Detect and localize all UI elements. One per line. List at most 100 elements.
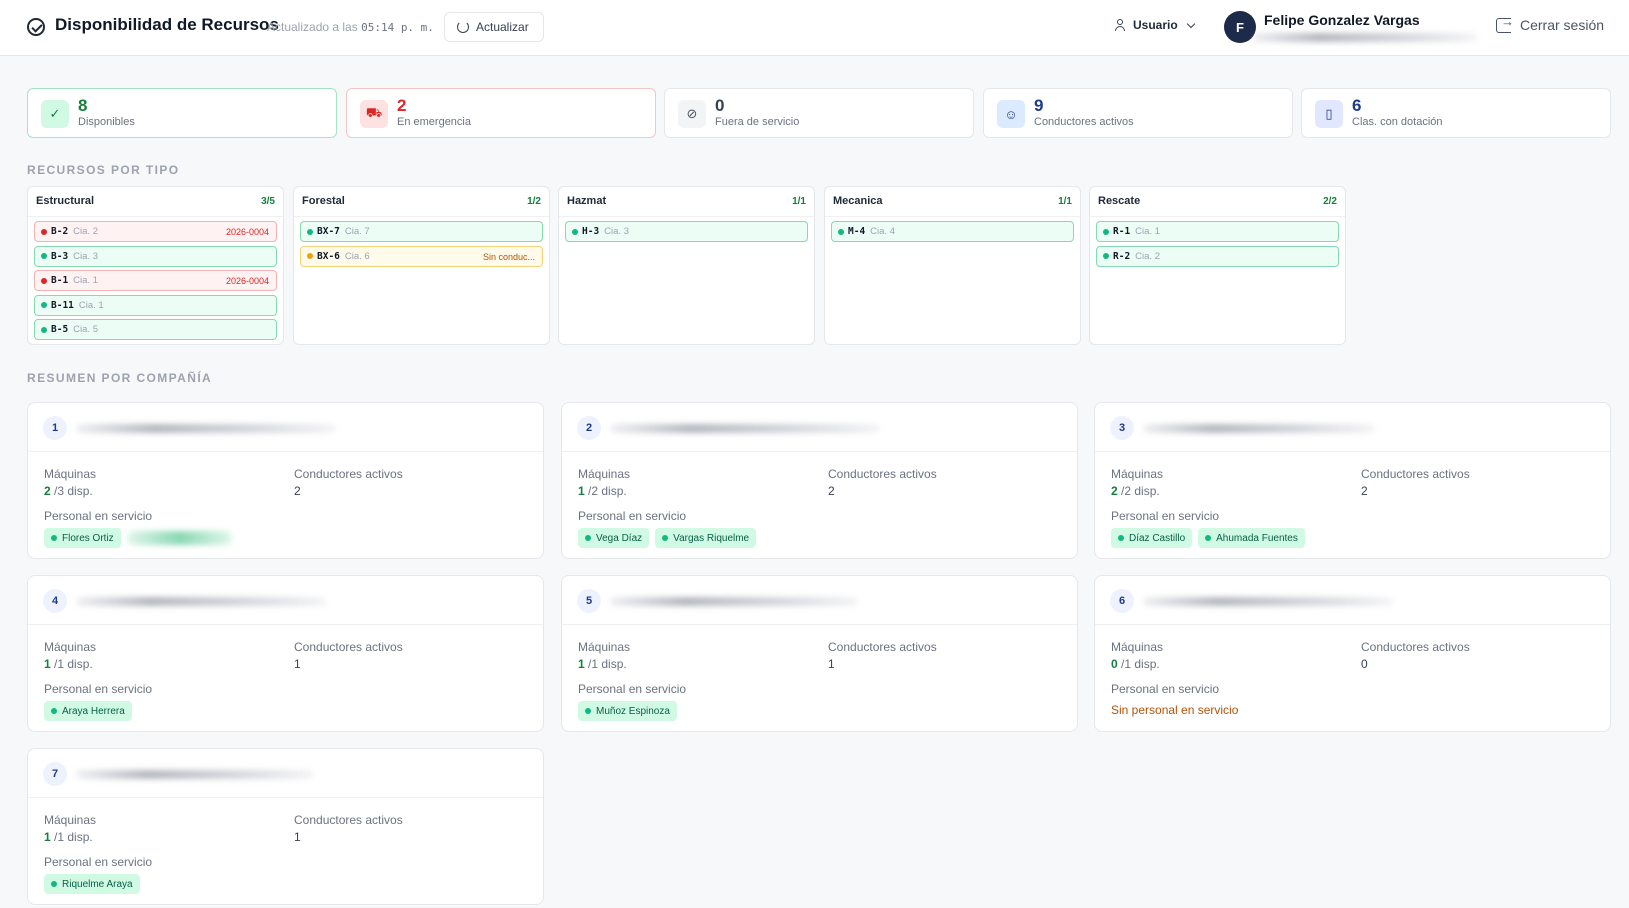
type-count: 3/5	[261, 196, 275, 207]
resource-chip[interactable]: M-4 Cia. 4	[831, 221, 1074, 242]
resource-chip[interactable]: B-5 Cia. 5	[34, 319, 277, 340]
logout-button[interactable]: Cerrar sesión	[1496, 14, 1605, 33]
last-updated: Actualizado a las 05:14 p. m.	[267, 20, 434, 34]
resource-chip[interactable]: B-2 Cia. 2 2026-0004	[34, 221, 277, 242]
refresh-button[interactable]: Actualizar	[444, 12, 544, 42]
section-title-companies: RESUMEN POR COMPAÑÍA	[27, 371, 213, 385]
machines-total: /1 disp.	[54, 830, 93, 844]
machines-available: 1	[44, 830, 51, 844]
resource-chip[interactable]: B-3 Cia. 3	[34, 245, 277, 267]
staff-name: Díaz Castillo	[1129, 532, 1186, 544]
redacted-company-name	[1143, 597, 1393, 606]
chevron-down-icon	[1186, 19, 1195, 28]
drivers-value: 1	[828, 657, 835, 671]
staff-chip: Araya Herrera	[44, 701, 132, 721]
status-dot	[41, 326, 47, 333]
drivers-label: Conductores activos	[294, 640, 403, 654]
company-card: 1 Máquinas 2 /3 disp. Conductores activo…	[27, 402, 544, 559]
status-dot	[41, 277, 47, 284]
type-header: Mecanica 1/1	[825, 187, 1080, 217]
company-card: 5 Máquinas 1 /1 disp. Conductores activo…	[561, 575, 1078, 732]
type-count: 1/2	[527, 196, 541, 207]
page-title: Disponibilidad de Recursos	[55, 15, 279, 34]
status-dot	[41, 228, 47, 235]
type-name: Hazmat	[567, 195, 607, 207]
stat-value: 0	[715, 96, 725, 115]
staff-label: Personal en servicio	[1111, 682, 1220, 696]
machines-value: 1 /2 disp.	[578, 484, 627, 498]
resource-chip[interactable]: BX-6 Cia. 6 Sin conduc...	[300, 245, 543, 267]
resource-code: H-3	[582, 226, 600, 237]
type-column-mecanica: Mecanica 1/1 M-4 Cia. 4	[824, 186, 1081, 345]
resource-chip[interactable]: B-1 Cia. 1 2026-0004	[34, 270, 277, 291]
machines-available: 0	[1111, 657, 1118, 671]
stat-available: ✓ 8 Disponibles	[27, 88, 337, 138]
resource-ref: Sin conduc...	[482, 251, 535, 262]
updated-prefix: Actualizado a las	[267, 20, 358, 34]
staff-name: Vargas Riquelme	[673, 532, 750, 544]
redacted-company-name	[1143, 424, 1375, 433]
staff-list: Díaz Castillo Ahumada Fuentes	[1111, 528, 1305, 548]
resource-chip[interactable]: BX-7 Cia. 7	[300, 221, 543, 242]
machines-value: 2 /2 disp.	[1111, 484, 1160, 498]
company-card: 2 Máquinas 1 /2 disp. Conductores activo…	[561, 402, 1078, 559]
machines-total: /1 disp.	[54, 657, 93, 671]
staff-label: Personal en servicio	[44, 509, 153, 523]
redacted-staff-chip	[126, 531, 232, 545]
stat-label: En emergencia	[397, 116, 471, 128]
staff-list: Araya Herrera	[44, 701, 132, 721]
machines-value: 2 /3 disp.	[44, 484, 93, 498]
resource-ref: 2026-0004	[225, 276, 269, 286]
company-header: 4	[28, 576, 543, 625]
section-title-types: RECURSOS POR TIPO	[27, 163, 180, 177]
staff-label: Personal en servicio	[1111, 509, 1220, 523]
status-dot	[1118, 535, 1124, 541]
type-header: Forestal 1/2	[294, 187, 549, 217]
staff-chip: Flores Ortiz	[44, 528, 121, 548]
company-header: 7	[28, 749, 543, 798]
type-header: Hazmat 1/1	[559, 187, 814, 217]
type-header: Estructural 3/5	[28, 187, 283, 217]
truck-icon: ⛟	[360, 100, 388, 128]
type-name: Rescate	[1098, 195, 1141, 207]
logout-label: Cerrar sesión	[1520, 17, 1605, 33]
company-header: 2	[562, 403, 1077, 452]
machines-label: Máquinas	[1111, 640, 1164, 654]
stat-label: Disponibles	[78, 116, 135, 128]
staff-name: Araya Herrera	[62, 705, 125, 717]
stat-value: 8	[78, 96, 88, 115]
status-dot	[307, 228, 313, 235]
staff-label: Personal en servicio	[44, 682, 153, 696]
resource-chip[interactable]: R-2 Cia. 2	[1096, 245, 1339, 267]
redacted-company-name	[610, 424, 880, 433]
staff-chip: Ahumada Fuentes	[1198, 528, 1305, 548]
role-dropdown[interactable]: Usuario	[1114, 18, 1195, 32]
no-staff-message: Sin personal en servicio	[1111, 703, 1239, 717]
staff-chip: Riquelme Araya	[44, 874, 140, 894]
resource-company: Cia. 2	[1135, 250, 1160, 262]
refresh-icon	[457, 21, 469, 33]
type-count: 1/1	[792, 196, 806, 207]
status-dot	[51, 881, 57, 887]
drivers-value: 1	[294, 830, 301, 844]
resource-chip[interactable]: H-3 Cia. 3	[565, 221, 808, 242]
redacted-company-name	[610, 597, 858, 606]
redacted-company-name	[76, 424, 336, 433]
machines-total: /1 disp.	[1121, 657, 1160, 671]
company-number: 1	[43, 416, 67, 440]
type-column-rescate: Rescate 2/2 R-1 Cia. 1 R-2 Cia. 2	[1089, 186, 1346, 345]
type-column-estructural: Estructural 3/5 B-2 Cia. 2 2026-0004 B-3 Ci…	[27, 186, 284, 345]
status-dot	[41, 302, 47, 308]
machines-value: 1 /1 disp.	[578, 657, 627, 671]
stat-out-of-service: ⊘ 0 Fuera de servicio	[664, 88, 974, 138]
resource-company: Cia. 6	[344, 250, 370, 262]
resource-company: Cia. 2	[73, 226, 98, 237]
resource-chip[interactable]: B-11 Cia. 1	[34, 294, 277, 316]
staff-name: Ahumada Fuentes	[1216, 532, 1298, 544]
company-header: 3	[1095, 403, 1610, 452]
stat-label: Conductores activos	[1034, 116, 1134, 128]
redacted-company-name	[76, 597, 326, 606]
resource-ref: 2026-0004	[225, 227, 269, 237]
resource-chip[interactable]: R-1 Cia. 1	[1096, 221, 1339, 242]
machines-label: Máquinas	[44, 813, 97, 827]
